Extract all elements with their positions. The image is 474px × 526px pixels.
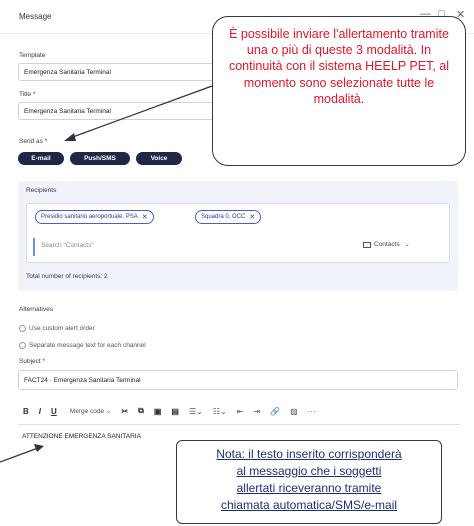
underline-button[interactable]: U — [51, 407, 57, 416]
message-body-text: ATTENZIONE EMERGENZA SANITARIA — [22, 433, 141, 440]
custom-order-label: Use custom alert order — [29, 325, 95, 332]
remove-chip-icon[interactable]: ✕ — [249, 213, 255, 221]
dialog-title: Message — [19, 12, 52, 21]
bold-button[interactable]: B — [23, 407, 29, 416]
contacts-search-input[interactable]: Search "Contacts" — [41, 242, 94, 249]
remove-chip-icon[interactable]: ✕ — [142, 213, 148, 221]
recipients-label: Recipients — [26, 187, 57, 194]
recipient-chip[interactable]: Presidio sanitario aeroportuale, PSA ✕ — [35, 210, 154, 224]
paste-text-icon[interactable]: ▤ — [171, 407, 179, 416]
send-as-email-button[interactable]: E-mail — [18, 152, 64, 165]
template-label: Template — [19, 52, 46, 59]
search-focus-bar — [33, 238, 35, 256]
send-as-voice-button[interactable]: Voice — [136, 152, 182, 165]
radio-icon — [19, 325, 26, 332]
note-line-4: chiamata automatica/SMS/e-mail — [220, 498, 398, 512]
recipient-chip-label: Presidio sanitario aeroportuale, PSA — [41, 214, 138, 220]
title-label: Title * — [19, 91, 36, 98]
recipient-chip-label: Squadra 0, OCC — [201, 214, 246, 220]
note-line-1: Nota: il testo inserito corrisponderà — [216, 447, 402, 461]
title-value: Emergenza Sanitaria Terminal — [24, 107, 111, 115]
link-icon[interactable]: 🔗 — [270, 407, 280, 416]
chevron-down-icon: ⌄ — [404, 242, 410, 248]
subject-value: FACT24 · Emergenza Sanitaria Terminal — [24, 376, 141, 384]
copy-icon[interactable]: ⧉ — [138, 406, 144, 416]
radio-icon — [19, 342, 26, 349]
subject-label: Subject * — [19, 358, 46, 365]
custom-order-option[interactable]: Use custom alert order — [19, 325, 95, 332]
cut-icon[interactable]: ✂ — [121, 407, 128, 416]
total-recipients: Total number of recipients: 2 — [26, 273, 108, 280]
contacts-dropdown-label: Contacts — [374, 241, 400, 248]
template-value: Emergenza Sanitaria Terminal — [24, 68, 111, 76]
separate-text-label: Separate message text for each channel — [29, 342, 146, 349]
outdent-icon[interactable]: ⇤ — [237, 407, 244, 416]
indent-icon[interactable]: ⇥ — [253, 407, 260, 416]
message-dialog: Message — □ ✕ Template Emergenza Sanitar… — [0, 0, 474, 526]
merge-code-label: Merge code — [69, 408, 105, 415]
separate-text-option[interactable]: Separate message text for each channel — [19, 342, 146, 349]
send-as-push-sms-button[interactable]: Push/SMS — [70, 152, 130, 165]
alternatives-label: Alternatives — [19, 306, 53, 313]
subject-input[interactable]: FACT24 · Emergenza Sanitaria Terminal — [18, 370, 458, 390]
numbered-list-icon[interactable]: ☷⌄ — [213, 407, 227, 416]
contacts-dropdown[interactable]: Contacts ⌄ — [363, 241, 410, 248]
image-icon[interactable]: ▨ — [290, 407, 298, 416]
note-line-2: al messaggio che i soggetti — [236, 464, 382, 478]
more-options-icon[interactable]: ··· — [308, 407, 316, 416]
italic-button[interactable]: I — [39, 407, 41, 416]
message-annotation-callout: Nota: il testo inserito corrisponderà al… — [176, 440, 442, 524]
send-as-annotation-callout: È possibile inviare l'allertamento trami… — [212, 16, 466, 166]
arrow-head — [64, 133, 76, 141]
contacts-icon — [363, 241, 371, 248]
recipient-chip[interactable]: Squadra 0, OCC ✕ — [195, 210, 262, 224]
recipients-panel: Recipients Presidio sanitario aeroportua… — [18, 181, 458, 291]
note-line-3: allertati riceveranno tramite — [236, 481, 382, 495]
editor-toolbar: B I U Merge code ⌄ ✂ ⧉ ▣ ▤ ☰⌄ ☷⌄ ⇤ ⇥ 🔗 ▨… — [18, 400, 460, 422]
recipients-box: Presidio sanitario aeroportuale, PSA ✕ S… — [26, 203, 450, 263]
merge-code-dropdown[interactable]: Merge code ⌄ — [70, 407, 112, 415]
send-as-label: Send as * — [19, 138, 48, 145]
paste-icon[interactable]: ▣ — [154, 407, 162, 416]
bulleted-list-icon[interactable]: ☰⌄ — [189, 407, 203, 416]
